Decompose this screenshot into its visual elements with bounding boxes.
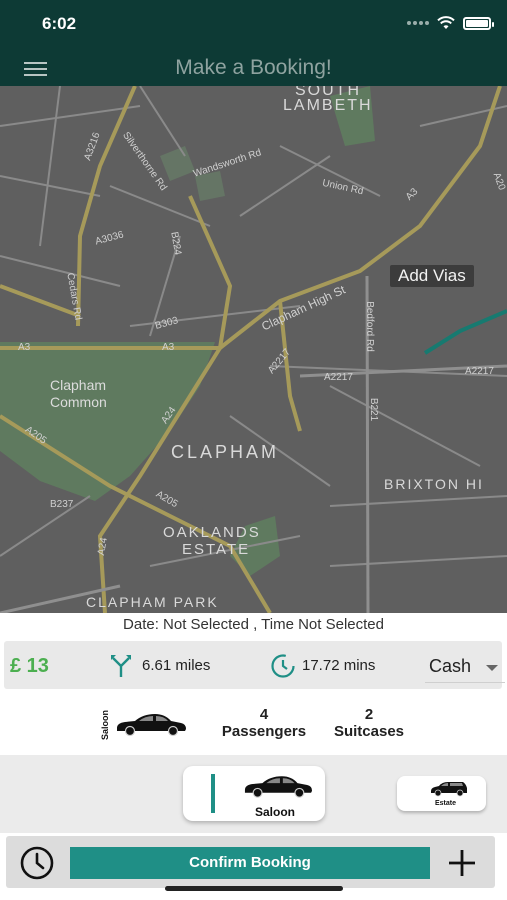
trip-duration: 17.72 mins: [302, 657, 376, 674]
vehicle-option-estate[interactable]: Estate: [397, 776, 486, 811]
trip-distance: 6.61 miles: [142, 657, 211, 674]
vehicle-summary: Saloon 4 Passengers 2 Suitcases: [0, 696, 507, 752]
map-label: B237: [50, 499, 74, 510]
passengers-stat: 4 Passengers: [213, 706, 315, 740]
vehicle-type-label: Saloon: [100, 709, 110, 740]
payment-method-value: Cash: [429, 656, 472, 676]
timer-icon: [271, 654, 295, 678]
map-label: CLAPHAM PARK: [86, 594, 219, 610]
plus-icon[interactable]: [446, 847, 478, 879]
fare-price: £ 13: [10, 655, 49, 677]
map-label: LAMBETH: [283, 97, 373, 114]
map-view[interactable]: SOUTH LAMBETH Clapham Common CLAPHAM BRI…: [0, 86, 507, 613]
passengers-label: Passengers: [221, 723, 307, 740]
status-icons: [407, 16, 494, 30]
passengers-count: 4: [259, 706, 269, 723]
vehicle-option-saloon[interactable]: Saloon: [183, 766, 325, 821]
signal-icon: [407, 21, 429, 25]
vehicle-selector[interactable]: Saloon Estate: [0, 755, 507, 833]
map-label: Bedford Rd: [363, 301, 375, 352]
vehicle-option-label: Saloon: [255, 805, 296, 819]
map-label: CLAPHAM: [171, 442, 280, 462]
saloon-car-icon: [117, 714, 186, 737]
home-indicator: [165, 886, 343, 891]
add-vias-button[interactable]: Add Vias: [390, 265, 474, 287]
map-label: ESTATE: [182, 541, 251, 558]
map-label: A2217: [324, 372, 353, 383]
route-fork-icon: [111, 655, 131, 677]
date-time-status[interactable]: Date: Not Selected , Time Not Selected: [0, 616, 507, 633]
clock-icon[interactable]: [20, 846, 54, 880]
suitcases-label: Suitcases: [333, 723, 405, 740]
booking-footer: Confirm Booking: [6, 836, 495, 888]
confirm-booking-button[interactable]: Confirm Booking: [70, 847, 430, 879]
suitcases-stat: 2 Suitcases: [325, 706, 413, 740]
map-label: BRIXTON HI: [384, 476, 484, 492]
battery-icon: [463, 16, 494, 30]
route-line: [423, 309, 507, 355]
wifi-icon: [437, 16, 455, 29]
page-title: Make a Booking!: [175, 56, 332, 79]
selected-indicator: [211, 774, 215, 813]
map-label: B221: [368, 397, 380, 422]
app-header: 6:02 Make a Booking!: [0, 0, 507, 86]
saloon-car-icon: [244, 776, 313, 798]
status-time: 6:02: [42, 14, 77, 33]
vehicle-option-label: Estate: [435, 800, 457, 807]
map-label: A3: [18, 342, 31, 353]
map-label: Common: [50, 394, 107, 410]
payment-method-select[interactable]: Cash: [425, 655, 505, 683]
suitcases-count: 2: [364, 706, 374, 723]
map-label: A3: [162, 342, 175, 353]
map-label: Clapham: [50, 377, 107, 393]
chevron-down-icon: [486, 665, 498, 671]
estate-car-icon: [431, 782, 467, 797]
map-label: OAKLANDS: [163, 524, 261, 541]
trip-info-bar: £ 13 6.61 miles 17.72 mins Cash: [4, 641, 505, 689]
map-label: A2217: [465, 366, 494, 377]
